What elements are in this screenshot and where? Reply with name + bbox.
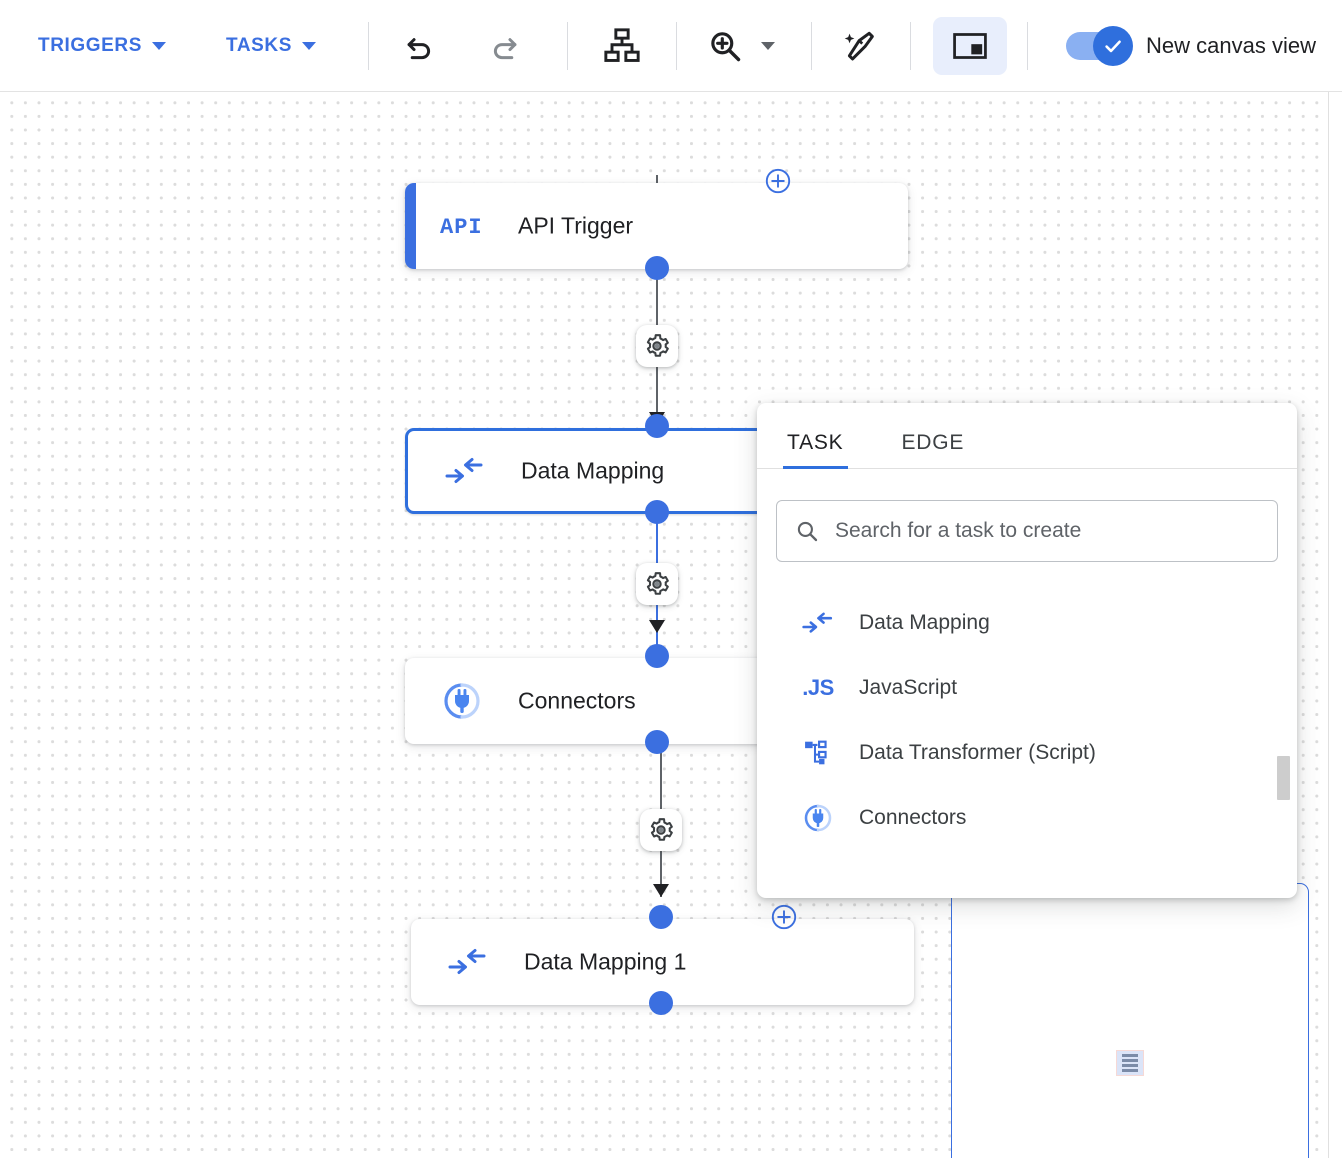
auto-layout-button[interactable] [598, 22, 646, 70]
arrow-head-icon [653, 884, 669, 897]
broken-image-line [1122, 1069, 1138, 1072]
minimap-panel-icon [953, 32, 987, 59]
edge-settings-button-1[interactable] [636, 325, 678, 367]
task-picker-popup[interactable]: TASK EDGE Search for a task to create Da… [757, 403, 1297, 898]
tab-task-label: TASK [787, 431, 844, 454]
node-label: Connectors [518, 687, 636, 714]
broken-image-line [1122, 1064, 1138, 1067]
search-icon [797, 521, 818, 542]
data-mapping-icon [445, 942, 491, 982]
tab-task[interactable]: TASK [783, 431, 847, 469]
magic-wand-icon [844, 31, 874, 60]
node-label: Data Mapping 1 [524, 948, 687, 975]
data-mapping-icon [801, 608, 835, 638]
bottom-right-panel[interactable] [951, 883, 1309, 1158]
add-node-button-2[interactable] [771, 904, 797, 930]
node-input-port[interactable] [645, 414, 669, 438]
task-item-data-mapping[interactable]: Data Mapping [757, 590, 1297, 655]
gear-icon [646, 334, 669, 357]
toolbar-divider [676, 21, 678, 70]
tasks-menu-button[interactable]: TASKS [222, 29, 320, 63]
svg-text:API: API [440, 215, 483, 239]
popup-tab-bar: TASK EDGE [757, 403, 1297, 469]
toolbar-divider [368, 21, 370, 70]
toolbar-divider [1027, 21, 1029, 70]
node-label: Data Mapping [521, 457, 665, 484]
task-item-label: Data Transformer (Script) [859, 740, 1096, 764]
toolbar-divider [811, 21, 813, 70]
task-item-javascript[interactable]: .JS JavaScript [757, 655, 1297, 720]
toggle-knob [1093, 25, 1134, 66]
node-output-port[interactable] [649, 991, 673, 1015]
arrow-head-icon [649, 620, 665, 633]
add-circle-icon [771, 904, 797, 930]
node-output-port[interactable] [645, 730, 669, 754]
popup-scrollbar-thumb[interactable] [1277, 756, 1290, 800]
new-canvas-view-label: New canvas view [1146, 32, 1316, 58]
search-placeholder: Search for a task to create [835, 519, 1082, 542]
tab-edge[interactable]: EDGE [902, 431, 965, 468]
toolbar: TRIGGERS TASKS New canvas view [0, 0, 1342, 92]
undo-button[interactable] [395, 22, 443, 70]
api-icon: API [439, 206, 485, 246]
task-results-list: Data Mapping .JS JavaScript Data Transfo… [757, 590, 1297, 850]
toolbar-divider [567, 21, 569, 70]
broken-image-line [1122, 1059, 1138, 1062]
chevron-down-icon [761, 41, 776, 50]
task-item-label: Connectors [859, 805, 967, 829]
connectors-icon [439, 681, 485, 721]
new-canvas-view-toggle[interactable]: New canvas view [1066, 25, 1316, 66]
gear-icon [650, 818, 673, 841]
chevron-down-icon [152, 41, 167, 50]
edge-settings-button-2[interactable] [636, 563, 678, 605]
zoom-in-icon [711, 31, 741, 61]
triggers-menu-button[interactable]: TRIGGERS [34, 29, 170, 63]
task-item-connectors[interactable]: Connectors [757, 785, 1297, 850]
js-icon-glyph: .JS [802, 674, 834, 700]
search-input[interactable]: Search for a task to create [776, 500, 1278, 562]
add-node-button-1[interactable] [765, 168, 791, 194]
task-item-label: JavaScript [859, 675, 958, 699]
triggers-menu-label: TRIGGERS [38, 34, 143, 56]
broken-image-icon [1116, 1050, 1144, 1076]
node-output-port[interactable] [645, 500, 669, 524]
undo-icon [407, 37, 431, 59]
data-mapping-icon [442, 451, 488, 491]
tab-edge-label: EDGE [901, 431, 965, 454]
check-icon [1105, 40, 1121, 52]
zoom-button[interactable] [701, 22, 749, 70]
zoom-dropdown-button[interactable] [761, 41, 776, 50]
toggle-track[interactable] [1066, 25, 1134, 66]
node-output-port[interactable] [645, 256, 669, 280]
canvas-right-margin [1329, 92, 1342, 1158]
gear-icon [646, 572, 669, 595]
toolbar-divider [910, 21, 912, 70]
edge-settings-button-3[interactable] [640, 809, 682, 851]
magic-wand-button[interactable] [836, 22, 884, 70]
minimap-toggle-button[interactable] [933, 16, 1008, 75]
task-item-data-transformer[interactable]: Data Transformer (Script) [757, 720, 1297, 785]
data-transformer-icon [801, 738, 835, 768]
connectors-icon [801, 803, 835, 833]
node-input-port[interactable] [645, 644, 669, 668]
chevron-down-icon [302, 41, 317, 50]
redo-button[interactable] [481, 22, 529, 70]
hierarchy-layout-icon [604, 27, 640, 62]
broken-image-line [1122, 1054, 1138, 1057]
js-icon: .JS [801, 673, 835, 703]
tasks-menu-label: TASKS [226, 34, 293, 56]
task-item-label: Data Mapping [859, 610, 990, 634]
add-circle-icon [765, 168, 791, 194]
node-label: API Trigger [518, 212, 634, 239]
node-input-port[interactable] [649, 905, 673, 929]
redo-icon [493, 37, 517, 59]
integration-canvas-app: TRIGGERS TASKS New canvas view API API T… [0, 0, 1342, 1158]
trigger-accent-bar [405, 183, 416, 269]
